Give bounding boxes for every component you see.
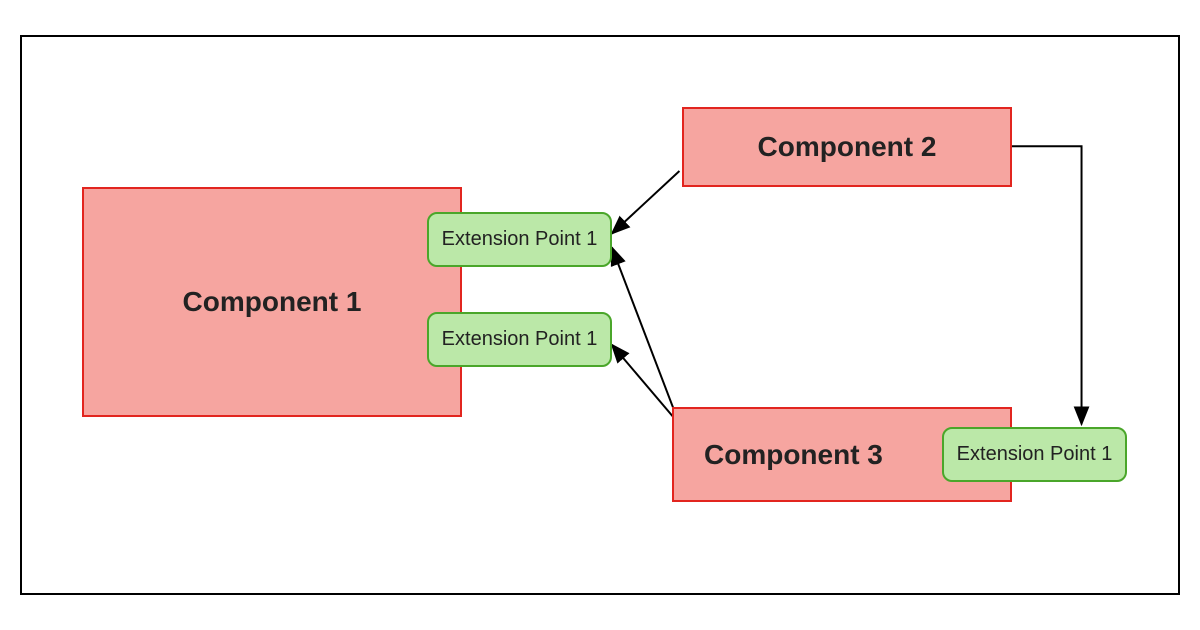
- component-3-label: Component 3: [704, 439, 883, 471]
- extension-point-1a-box: Extension Point 1: [427, 212, 612, 267]
- component-1-box: Component 1: [82, 187, 462, 417]
- component-2-box: Component 2: [682, 107, 1012, 187]
- extension-point-1b-box: Extension Point 1: [427, 312, 612, 367]
- edge-arrow: [612, 171, 680, 234]
- component-2-label: Component 2: [758, 131, 937, 163]
- diagram-frame: Component 1 Component 2 Component 3 Exte…: [20, 35, 1180, 595]
- extension-point-1b-label: Extension Point 1: [442, 328, 598, 351]
- edge-arrow: [612, 345, 680, 424]
- extension-point-3-label: Extension Point 1: [957, 443, 1113, 466]
- edge-arrow: [612, 247, 680, 424]
- extension-point-3-box: Extension Point 1: [942, 427, 1127, 482]
- extension-point-1a-label: Extension Point 1: [442, 228, 598, 251]
- component-1-label: Component 1: [183, 286, 362, 318]
- edge-arrow: [1007, 146, 1081, 424]
